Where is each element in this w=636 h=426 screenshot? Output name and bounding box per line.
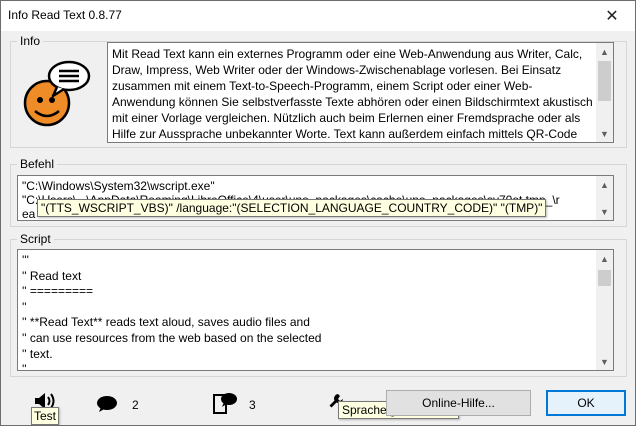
scroll-up-icon[interactable]: ▲ bbox=[596, 176, 613, 193]
online-help-button[interactable]: Online-Hilfe... bbox=[386, 390, 531, 416]
scroll-down-icon[interactable]: ▼ bbox=[596, 353, 613, 370]
script-textbox[interactable]: ''' '' Read text '' ========= '' '' **Re… bbox=[17, 249, 614, 371]
scroll-up-icon[interactable]: ▲ bbox=[596, 43, 613, 60]
script-scrollbar[interactable]: ▲ ▼ bbox=[596, 250, 613, 370]
speaker-tooltip: Test bbox=[31, 407, 60, 425]
ok-label: OK bbox=[577, 396, 595, 410]
info-scrollbar[interactable]: ▲ ▼ bbox=[596, 43, 613, 142]
info-legend: Info bbox=[20, 34, 41, 48]
scroll-down-icon[interactable]: ▼ bbox=[596, 125, 613, 142]
ok-button[interactable]: OK bbox=[546, 390, 626, 416]
info-text: Mit Read Text kann ein externes Programm… bbox=[112, 47, 593, 141]
command-legend: Befehl bbox=[20, 157, 55, 171]
command-scrollbar[interactable]: ▲ ▼ bbox=[596, 176, 613, 220]
scroll-up-icon[interactable]: ▲ bbox=[596, 250, 613, 267]
doc-bubble-count: 3 bbox=[249, 398, 256, 412]
command-line-1: "C:\Windows\System32\wscript.exe" bbox=[22, 179, 215, 193]
speech-bubble-icon[interactable] bbox=[96, 395, 118, 413]
scroll-thumb[interactable] bbox=[598, 61, 611, 101]
command-tooltip: "(TTS_WSCRIPT_VBS)" /language:"(SELECTIO… bbox=[37, 199, 547, 217]
online-help-label: Online-Hilfe... bbox=[422, 396, 495, 410]
scroll-thumb[interactable] bbox=[598, 270, 611, 286]
info-textbox[interactable]: Mit Read Text kann ein externes Programm… bbox=[107, 42, 614, 143]
close-icon: ✕ bbox=[605, 8, 619, 25]
document-speech-icon[interactable] bbox=[212, 391, 238, 415]
window-title: Info Read Text 0.8.77 bbox=[8, 8, 122, 22]
close-button[interactable]: ✕ bbox=[589, 1, 635, 31]
script-legend: Script bbox=[20, 232, 51, 246]
speech-bubble-smiley-icon bbox=[17, 59, 97, 129]
info-dialog: Info Read Text 0.8.77 ✕ Info Mit Read Te… bbox=[0, 0, 636, 426]
script-text: ''' '' Read text '' ========= '' '' **Re… bbox=[22, 253, 322, 371]
bubble-count: 2 bbox=[132, 398, 139, 412]
scroll-down-icon[interactable]: ▼ bbox=[596, 203, 613, 220]
title-bar: Info Read Text 0.8.77 ✕ bbox=[1, 1, 635, 31]
